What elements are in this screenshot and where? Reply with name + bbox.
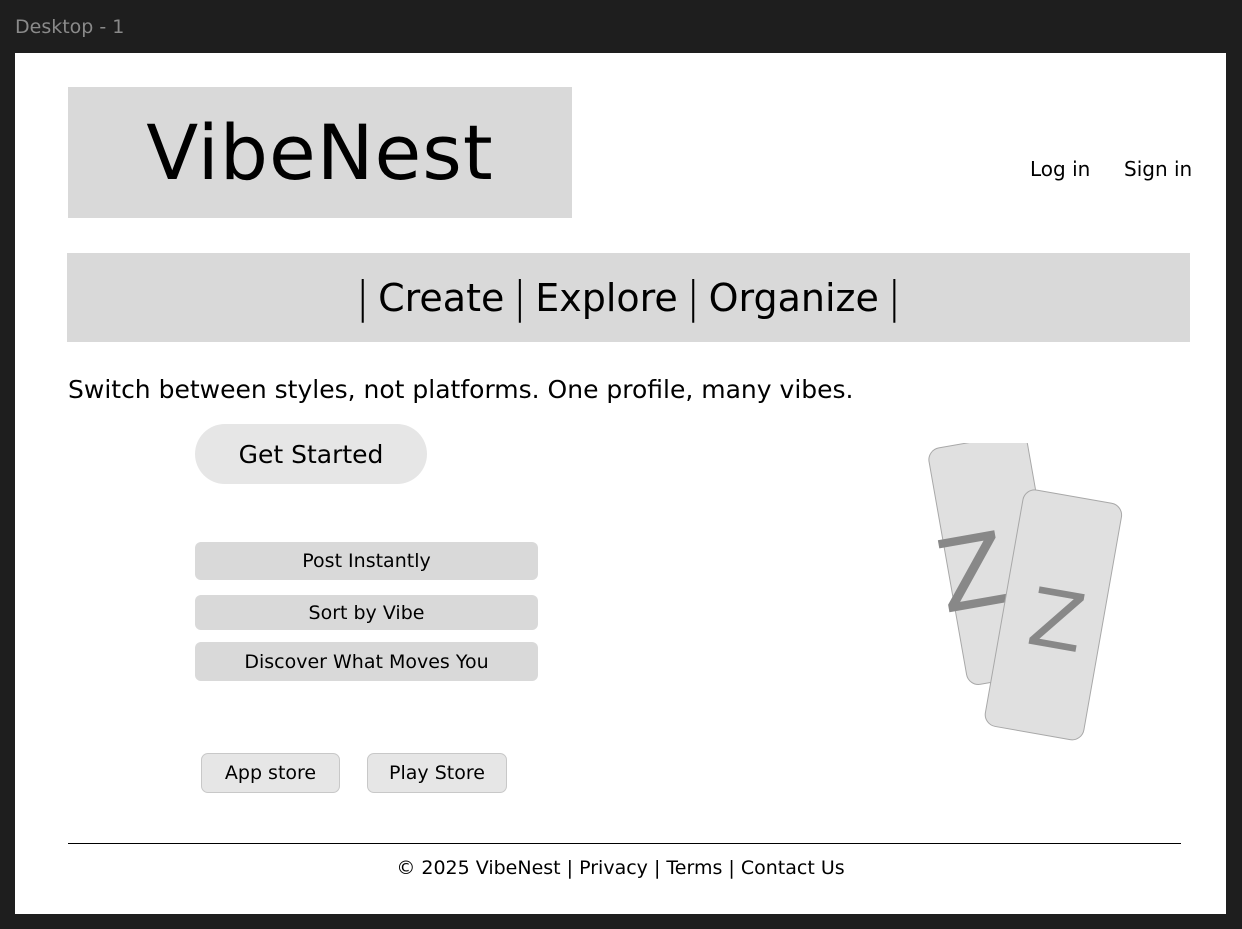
nav-separator: | [685,272,701,323]
page-canvas: VibeNest Log in Sign in | Create | Explo… [15,53,1226,914]
footer-separator: | [653,857,661,879]
footer: © 2025 VibeNest | Privacy | Terms | Cont… [15,857,1226,879]
frame-label: Desktop - 1 [15,16,125,38]
logo-box[interactable]: VibeNest [68,87,572,218]
tagline: Switch between styles, not platforms. On… [68,375,854,404]
nav-separator: | [355,272,371,323]
feature-discover[interactable]: Discover What Moves You [195,642,538,681]
nav-item-create[interactable]: Create [378,276,504,320]
main-nav: | Create | Explore | Organize | [67,253,1190,342]
feature-post-instantly[interactable]: Post Instantly [195,542,538,580]
play-store-button[interactable]: Play Store [367,753,507,793]
footer-copyright: © 2025 VibeNest [396,857,561,879]
nav-item-explore[interactable]: Explore [535,276,678,320]
footer-link-contact[interactable]: Contact Us [741,857,845,879]
get-started-button[interactable]: Get Started [195,424,427,484]
login-link[interactable]: Log in [1030,157,1090,181]
nav-separator: | [512,272,528,323]
nav-separator: | [886,272,902,323]
footer-separator: | [728,857,735,879]
sleeping-zz-cards-icon: Z Z [928,443,1123,741]
signin-link[interactable]: Sign in [1124,157,1192,181]
app-store-button[interactable]: App store [201,753,340,793]
logo-text: VibeNest [146,108,494,197]
footer-link-terms[interactable]: Terms [666,857,722,879]
footer-link-privacy[interactable]: Privacy [579,857,648,879]
footer-separator: | [566,857,574,879]
feature-sort-by-vibe[interactable]: Sort by Vibe [195,595,538,630]
footer-divider [68,843,1181,844]
nav-item-organize[interactable]: Organize [709,276,879,320]
